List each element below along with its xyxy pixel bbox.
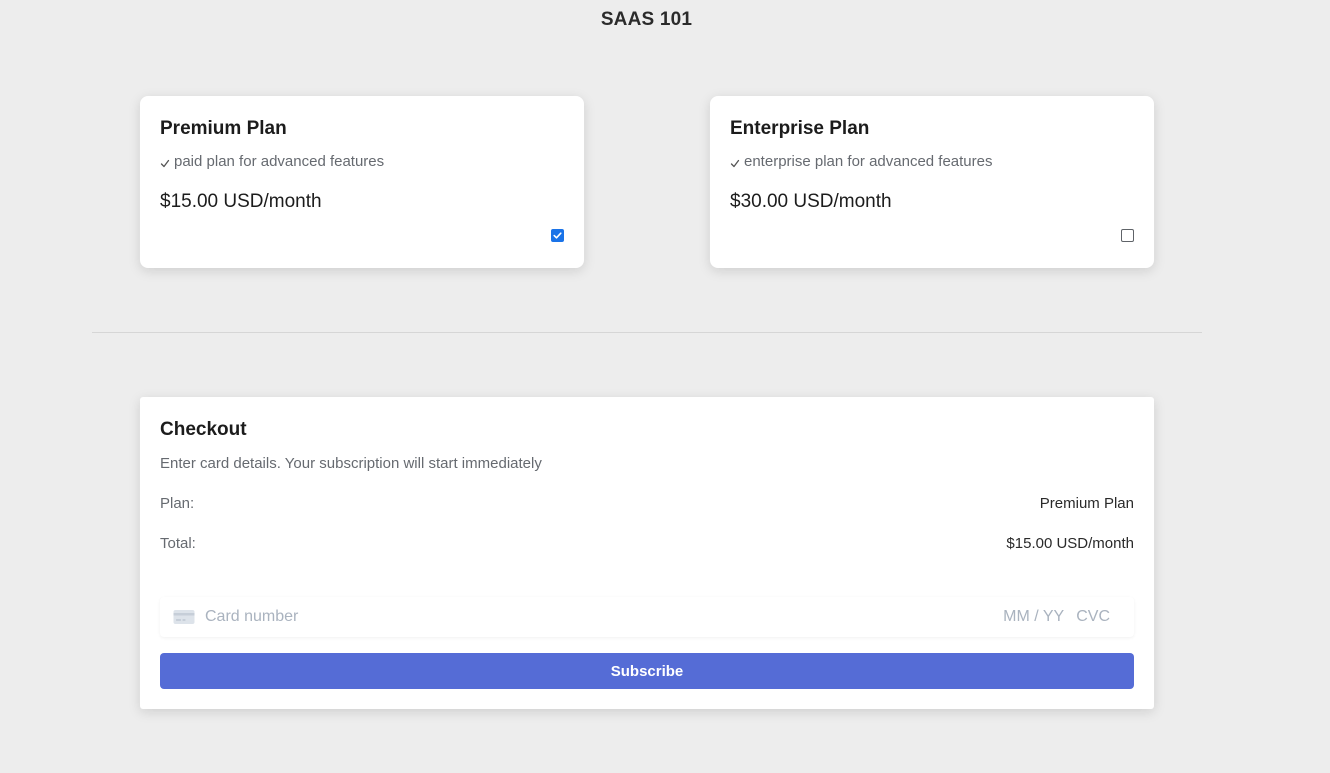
plan-select-checkbox[interactable]	[551, 229, 564, 242]
plan-price: $30.00 USD/month	[730, 191, 892, 212]
plan-description-text: paid plan for advanced features	[174, 153, 385, 170]
credit-card-icon	[173, 610, 195, 624]
total-value: $15.00 USD/month	[1006, 535, 1134, 552]
plan-label: Plan:	[160, 495, 195, 512]
page: SAAS 101 Premium Plan paid plan for adva…	[0, 0, 1330, 773]
plan-select-checkbox[interactable]	[1121, 229, 1134, 242]
plan-card-enterprise[interactable]: Enterprise Plan enterprise plan for adva…	[710, 96, 1154, 268]
plan-price: $15.00 USD/month	[160, 191, 322, 212]
plan-description: enterprise plan for advanced features	[730, 153, 1134, 171]
plan-description: paid plan for advanced features	[160, 153, 564, 171]
plan-card-premium[interactable]: Premium Plan paid plan for advanced feat…	[140, 96, 584, 268]
card-expiry-input[interactable]: MM / YY	[1003, 608, 1064, 626]
card-number-input[interactable]: Card number	[205, 608, 1003, 626]
checkmark-icon	[553, 232, 562, 239]
check-icon	[730, 159, 740, 168]
check-icon	[160, 159, 170, 168]
card-cvc-input[interactable]: CVC	[1076, 608, 1110, 626]
plan-name: Enterprise Plan	[730, 118, 870, 139]
plan-description-text: enterprise plan for advanced features	[744, 153, 993, 170]
total-label: Total:	[160, 535, 196, 552]
plan-value: Premium Plan	[1039, 495, 1134, 512]
checkout-panel: Checkout Enter card details. Your subscr…	[140, 397, 1154, 709]
subscribe-button[interactable]: Subscribe	[160, 653, 1134, 689]
summary-row-plan: Plan: Premium Plan	[160, 495, 1134, 513]
checkout-subtitle: Enter card details. Your subscription wi…	[160, 455, 542, 472]
summary-row-total: Total: $15.00 USD/month	[160, 535, 1134, 553]
checkout-title: Checkout	[160, 419, 247, 440]
card-input-field[interactable]: Card number MM / YY CVC	[160, 597, 1134, 637]
section-divider	[92, 332, 1202, 333]
app-title: SAAS 101	[600, 9, 693, 30]
plan-name: Premium Plan	[160, 118, 287, 139]
